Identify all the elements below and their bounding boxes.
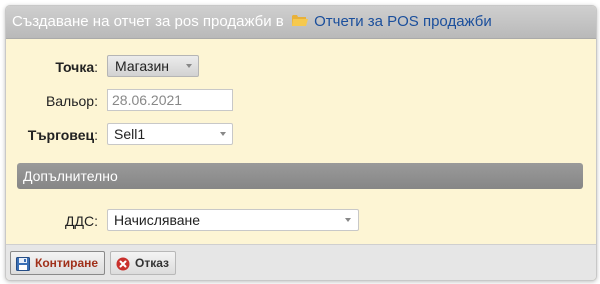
trader-label: Търговец:: [6, 123, 98, 147]
create-pos-report-dialog: Създаване на отчет за pos продажби в Отч…: [5, 5, 597, 281]
valor-row: Вальор: 28.06.2021: [6, 89, 596, 113]
point-label-text: Точка: [55, 59, 95, 75]
close-icon: [116, 256, 130, 278]
trader-label-text: Търговец: [27, 127, 95, 143]
vat-row: ДДС: Начисляване: [6, 209, 596, 233]
valor-date-input[interactable]: 28.06.2021: [107, 89, 233, 111]
point-label: Точка:: [6, 55, 98, 79]
dialog-title: Създаване на отчет за pos продажби в: [12, 13, 284, 30]
post-button[interactable]: Контиране: [10, 251, 106, 278]
dialog-titlebar: Създаване на отчет за pos продажби в Отч…: [6, 6, 596, 39]
point-select[interactable]: Магазин: [107, 55, 199, 77]
cancel-button-label: Отказ: [135, 256, 170, 270]
pos-reports-folder-link[interactable]: Отчети за POS продажби: [314, 13, 492, 30]
valor-label: Вальор:: [45, 93, 98, 109]
trader-select[interactable]: Sell1: [107, 123, 233, 145]
point-row: Точка: Магазин: [6, 55, 596, 79]
chevron-down-icon: [186, 64, 192, 68]
dialog-footer: Контиране Отказ: [6, 244, 596, 280]
vat-select-value: Начисляване: [114, 212, 201, 228]
cancel-button[interactable]: Отказ: [110, 251, 177, 278]
section-header-additional[interactable]: Допълнително: [17, 163, 583, 189]
trader-row: Търговец: Sell1: [6, 123, 596, 147]
save-icon: [16, 256, 30, 278]
point-select-value: Магазин: [115, 58, 170, 74]
post-button-label: Контиране: [35, 256, 99, 270]
chevron-down-icon: [220, 132, 226, 136]
chevron-down-icon: [345, 218, 351, 222]
vat-label: ДДС:: [65, 213, 98, 229]
point-label-colon: :: [94, 59, 98, 75]
form-body: Точка: Магазин Вальор: 28.06.2021 Търгов…: [6, 39, 596, 243]
trader-select-value: Sell1: [114, 126, 146, 142]
folder-icon: [291, 6, 308, 38]
trader-label-colon: :: [94, 127, 98, 143]
vat-select[interactable]: Начисляване: [107, 209, 359, 231]
